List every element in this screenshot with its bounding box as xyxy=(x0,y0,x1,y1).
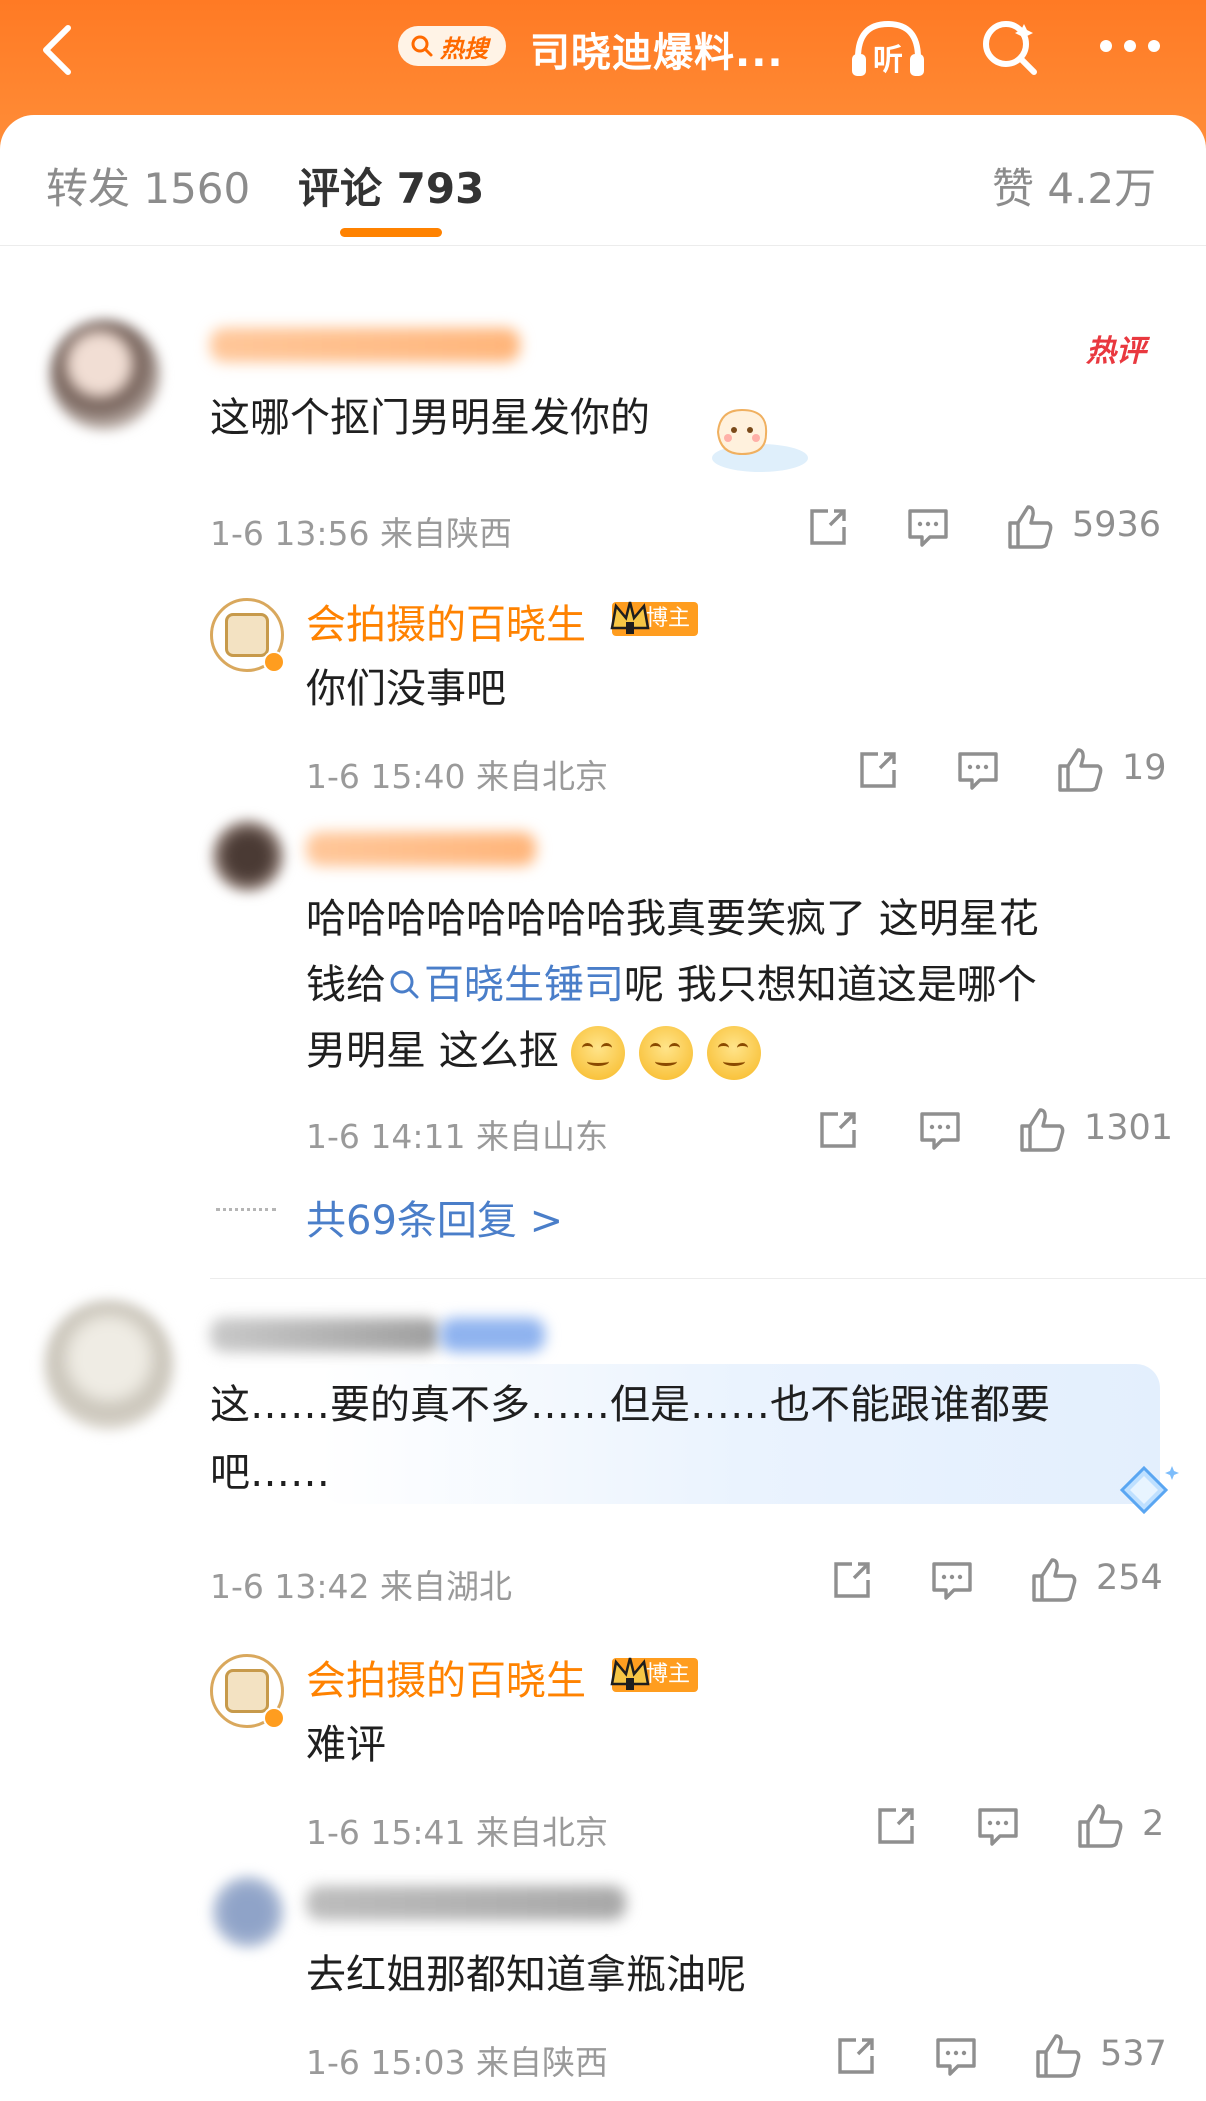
like-count: 254 xyxy=(1096,1558,1163,1598)
like-icon[interactable] xyxy=(1076,1802,1124,1850)
username-blurred[interactable] xyxy=(210,328,520,362)
reply-icon[interactable] xyxy=(976,1804,1020,1848)
diamond-decoration-icon xyxy=(1119,1465,1179,1515)
blogger-username[interactable]: 会拍摄的百晓生 xyxy=(306,1648,586,1706)
more-icon[interactable] xyxy=(1098,36,1162,56)
reply-icon[interactable] xyxy=(956,748,1000,792)
search-icon[interactable] xyxy=(978,16,1042,80)
share-icon[interactable] xyxy=(816,1108,860,1152)
reply-meta: 1-6 14:11 来自山东 xyxy=(306,1117,608,1156)
username-blurred[interactable] xyxy=(306,832,536,866)
reply-icon[interactable] xyxy=(934,2034,978,2078)
reply-text: 难评 xyxy=(306,1722,386,1768)
hot-search-label: 热搜 xyxy=(440,34,488,63)
tab-active-indicator xyxy=(340,228,442,237)
reply-text: 你们没事吧 xyxy=(306,666,506,712)
reply-text-part: 男明星 这么抠 xyxy=(306,1028,559,1074)
tab-repost[interactable]: 转发 1560 xyxy=(46,155,250,216)
reply-meta: 1-6 15:03 来自陕西 xyxy=(306,2043,608,2082)
comment-meta: 1-6 13:56 来自陕西 xyxy=(210,514,512,553)
like-count: 5936 xyxy=(1072,505,1162,545)
like-icon[interactable] xyxy=(1030,1556,1078,1604)
smile-emoji-icon xyxy=(639,1026,694,1080)
smile-emoji-icon xyxy=(707,1026,762,1080)
reply-text: 哈哈哈哈哈哈哈哈我真要笑疯了 这明星花 xyxy=(306,896,1039,942)
tab-bar: 转发 1560 评论 793 赞 4.2万 xyxy=(0,115,1206,245)
username-blurred[interactable] xyxy=(306,1886,626,1920)
share-icon[interactable] xyxy=(830,1558,874,1602)
topic-link-label[interactable]: 百晓生锤司 xyxy=(424,962,624,1008)
like-icon[interactable] xyxy=(1056,746,1104,794)
reply-icon[interactable] xyxy=(918,1108,962,1152)
listen-icon[interactable]: 听 xyxy=(848,18,928,80)
like-icon[interactable] xyxy=(1018,1106,1066,1154)
like-count: 19 xyxy=(1122,748,1167,788)
comment-text: 这哪个抠门男明星发你的 xyxy=(210,395,650,441)
reply-meta: 1-6 15:40 来自北京 xyxy=(306,757,608,796)
tab-comments[interactable]: 评论 793 xyxy=(298,155,484,216)
hot-search-badge[interactable]: 热搜 xyxy=(398,26,506,66)
avatar[interactable] xyxy=(212,820,284,892)
tab-likes[interactable]: 赞 4.2万 xyxy=(992,155,1156,216)
blogger-username[interactable]: 会拍摄的百晓生 xyxy=(306,592,586,650)
listen-label: 听 xyxy=(873,43,903,78)
topic-title[interactable]: 司晓迪爆料... xyxy=(530,20,784,78)
username-blurred[interactable] xyxy=(210,1318,440,1352)
comment-text: 吧…… xyxy=(210,1450,330,1496)
reply-text-part: 钱给 xyxy=(306,962,386,1008)
share-icon[interactable] xyxy=(856,748,900,792)
reply-icon[interactable] xyxy=(930,1558,974,1602)
avatar[interactable] xyxy=(50,320,160,430)
reply-text: 钱给 百晓生锤司呢 我只想知道这是哪个 xyxy=(306,952,1037,1018)
like-count: 1301 xyxy=(1084,1108,1174,1148)
reply-text: 男明星 这么抠 xyxy=(306,1018,775,1084)
divider xyxy=(210,1278,1206,1279)
like-icon[interactable] xyxy=(1006,503,1054,551)
dotted-line xyxy=(216,1208,276,1214)
topic-link[interactable]: 百晓生锤司 xyxy=(386,962,624,1008)
search-icon xyxy=(390,970,419,999)
reply-icon[interactable] xyxy=(906,505,950,549)
like-icon[interactable] xyxy=(1034,2032,1082,2080)
crown-icon xyxy=(610,601,650,634)
avatar[interactable] xyxy=(44,1300,174,1430)
comment-meta: 1-6 13:42 来自湖北 xyxy=(210,1567,512,1606)
reply-text-part: 呢 我只想知道这是哪个 xyxy=(624,962,1037,1008)
divider xyxy=(0,245,1206,246)
avatar[interactable] xyxy=(210,1654,285,1729)
crown-icon xyxy=(610,1657,650,1690)
search-icon xyxy=(411,35,433,57)
share-icon[interactable] xyxy=(834,2034,878,2078)
hot-comment-badge: 热评 xyxy=(1086,334,1146,369)
back-arrow-icon[interactable] xyxy=(30,20,90,80)
reply-meta: 1-6 15:41 来自北京 xyxy=(306,1813,608,1852)
avatar[interactable] xyxy=(210,598,285,673)
user-badge-blurred xyxy=(440,1318,545,1352)
share-icon[interactable] xyxy=(806,505,850,549)
share-icon[interactable] xyxy=(874,1804,918,1848)
more-replies-link[interactable]: 共69条回复 > xyxy=(306,1188,563,1246)
like-count: 537 xyxy=(1100,2034,1167,2074)
like-count: 2 xyxy=(1142,1804,1165,1844)
avatar[interactable] xyxy=(212,1876,284,1948)
reply-text: 去红姐那都知道拿瓶油呢 xyxy=(306,1952,746,1998)
bubble-decoration-icon xyxy=(712,408,808,472)
smile-emoji-icon xyxy=(571,1026,626,1080)
comment-text: 这……要的真不多……但是……也不能跟谁都要 xyxy=(210,1382,1050,1428)
